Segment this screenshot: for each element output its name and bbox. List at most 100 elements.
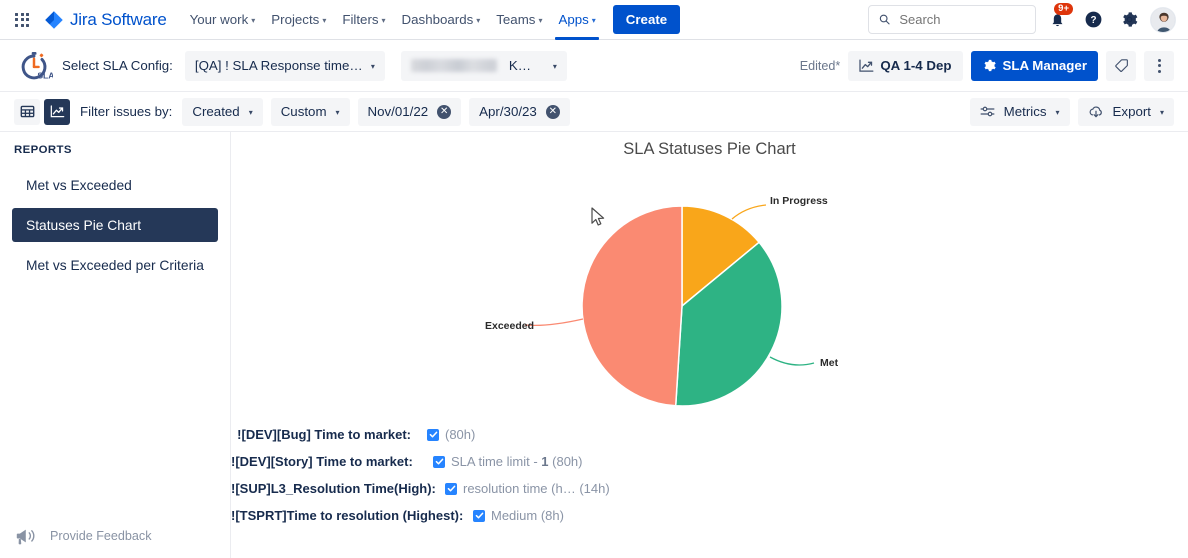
more-vertical-icon [1158,59,1161,73]
notifications-button[interactable]: 9+ [1042,5,1072,35]
chevron-down-icon: ▾ [251,17,255,25]
search-icon [879,13,890,26]
criteria-value-strong: 1 [541,454,548,469]
edited-status: Edited* [800,59,841,73]
chart-line-icon [859,59,874,73]
sla-config-select[interactable]: [QA] ! SLA Response time viol… ▾ [185,51,385,81]
pie-chart-render[interactable]: In Progress Met Exceeded [470,159,950,414]
sidebar-item-met-vs-exceeded-per-criteria[interactable]: Met vs Exceeded per Criteria [12,248,218,282]
filter-field-select[interactable]: Created ▾ [182,98,262,126]
sla-owner-select[interactable]: Kater… ▾ [401,51,567,81]
check-icon [447,484,456,493]
table-view-button[interactable] [14,99,40,125]
nav-item-label: Teams [496,12,535,27]
clear-date-from-icon[interactable]: ✕ [437,105,451,119]
provide-feedback-button[interactable]: Provide Feedback [14,526,152,546]
export-button[interactable]: Export ▾ [1078,98,1174,126]
criteria-checkbox[interactable] [445,483,457,495]
nav-item-your-work-wrap: Your work ▾ [183,0,263,40]
check-icon [475,511,484,520]
redacted-owner-name [411,59,497,72]
metrics-button[interactable]: Metrics ▾ [970,98,1070,126]
main-area: REPORTS Met vs Exceeded Statuses Pie Cha… [0,132,1188,558]
sliders-icon [980,105,995,118]
pie-label-met: Met [820,357,839,369]
chart-title: SLA Statuses Pie Chart [231,132,1188,159]
sla-manager-label: SLA Manager [1003,58,1087,73]
chevron-down-icon: ▾ [1160,109,1164,117]
sla-config-bar: SLA Select SLA Config: [QA] ! SLA Respon… [0,40,1188,92]
nav-item-dashboards[interactable]: Dashboards ▾ [395,5,488,35]
sidebar-item-statuses-pie-chart[interactable]: Statuses Pie Chart [12,208,218,242]
sidebar-item-label: Statuses Pie Chart [26,218,141,233]
settings-button[interactable] [1114,5,1144,35]
svg-text:?: ? [1090,15,1096,26]
app-switcher-icon[interactable] [8,6,36,34]
nav-item-label: Your work [190,12,249,27]
nav-item-apps[interactable]: Apps ▾ [551,5,602,35]
criteria-value: SLA time limit - 1 (80h) [451,454,583,469]
sla-manager-button[interactable]: SLA Manager [971,51,1098,81]
criteria-name: ![DEV][Bug] Time to market: [231,427,411,442]
filter-date-to[interactable]: Apr/30/23 ✕ [469,98,570,126]
nav-item-teams[interactable]: Teams ▾ [489,5,549,35]
sla-config-value: [QA] ! SLA Response time viol… [195,58,363,73]
criteria-name: ![TSPRT]Time to resolution (Highest): [231,508,411,523]
help-icon: ? [1084,10,1103,29]
create-button[interactable]: Create [613,5,680,34]
sla-stopwatch-logo: SLA [14,46,54,86]
filter-range-select[interactable]: Custom ▾ [271,98,350,126]
help-button[interactable]: ? [1078,5,1108,35]
pie-chart-area: In Progress Met Exceeded [231,159,1188,419]
avatar[interactable] [1150,7,1176,33]
nav-item-label: Filters [342,12,378,27]
criteria-row: ![DEV][Story] Time to market: SLA time l… [231,454,1188,469]
chevron-down-icon: ▾ [553,63,557,71]
jira-logo[interactable]: Jira Software [44,10,167,30]
notification-badge: 9+ [1054,3,1073,16]
search-box[interactable] [868,5,1036,34]
filter-bar-actions: Metrics ▾ Export ▾ [970,98,1174,126]
criteria-value: resolution time (h… (14h) [463,481,610,496]
criteria-name: ![DEV][Story] Time to market: [231,454,411,469]
nav-item-filters[interactable]: Filters ▾ [335,5,392,35]
nav-item-projects[interactable]: Projects ▾ [264,5,333,35]
more-options-button[interactable] [1144,51,1174,81]
chevron-down-icon: ▾ [371,63,375,71]
sidebar-item-met-vs-exceeded[interactable]: Met vs Exceeded [12,168,218,202]
criteria-checkbox[interactable] [427,429,439,441]
dashboard-button[interactable]: QA 1-4 Dep [848,51,962,81]
criteria-list: ![DEV][Bug] Time to market: (80h) ![DEV]… [231,419,1188,523]
filter-range-value: Custom [281,104,327,119]
criteria-name: ![SUP]L3_Resolution Time(High): [231,481,411,496]
sidebar-item-label: Met vs Exceeded [26,178,132,193]
chevron-down-icon: ▾ [336,109,340,117]
nav-item-projects-wrap: Projects ▾ [264,0,333,40]
criteria-checkbox[interactable] [433,456,445,468]
search-input[interactable] [897,11,1025,28]
avatar-image [1151,8,1176,33]
filter-date-from[interactable]: Nov/01/22 ✕ [358,98,462,126]
view-toggle-group [14,99,70,125]
leader-line-in-progress [732,205,766,219]
criteria-row: ![SUP]L3_Resolution Time(High): resoluti… [231,481,1188,496]
filter-field-value: Created [192,104,239,119]
date-to-value: Apr/30/23 [479,104,537,119]
chart-view-button[interactable] [44,99,70,125]
criteria-checkbox[interactable] [473,510,485,522]
tag-icon [1114,58,1129,73]
clear-date-to-icon[interactable]: ✕ [546,105,560,119]
criteria-value: Medium (8h) [491,508,564,523]
pie-slice-exceeded[interactable] [582,206,682,406]
settings-gear-icon [1120,10,1139,29]
svg-text:SLA: SLA [37,70,53,80]
check-icon [429,430,438,439]
select-sla-config-label: Select SLA Config: [62,58,173,73]
nav-item-label: Projects [271,12,319,27]
sidebar-item-label: Met vs Exceeded per Criteria [26,258,204,273]
nav-item-your-work[interactable]: Your work ▾ [183,5,263,35]
criteria-row: ![TSPRT]Time to resolution (Highest): Me… [231,508,1188,523]
criteria-value: (80h) [445,427,475,442]
tag-button[interactable] [1106,51,1136,81]
nav-item-filters-wrap: Filters ▾ [335,0,392,40]
